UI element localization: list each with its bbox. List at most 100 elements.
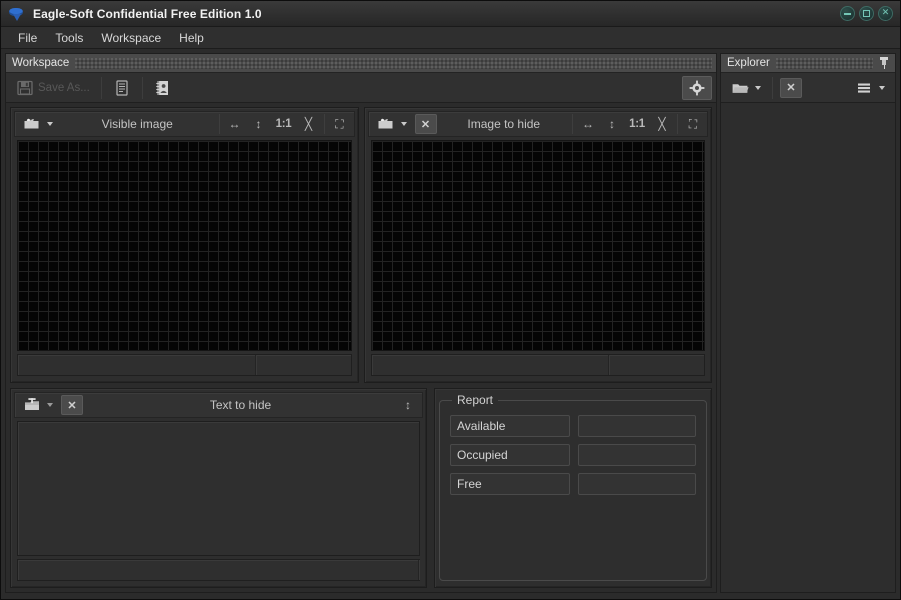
image-to-hide-canvas-wrap [368, 137, 709, 351]
report-value-available[interactable] [578, 415, 696, 437]
image-to-hide-statusbar [371, 354, 706, 376]
visible-image-status-right [256, 355, 351, 375]
explorer-toolbar: ✕ [721, 73, 895, 103]
folder-image-icon [23, 115, 41, 133]
image-to-hide-panel: ✕ Image to hide ↔ ↕ 1:1 ╳ ⛶ [364, 107, 713, 383]
address-book-icon [154, 79, 172, 97]
explorer-open-folder-button[interactable] [725, 76, 767, 100]
menu-help[interactable]: Help [170, 29, 213, 47]
menu-bar: File Tools Workspace Help [1, 27, 900, 49]
text-to-hide-clear-button[interactable]: ✕ [61, 395, 83, 415]
save-as-label: Save As... [38, 82, 90, 94]
image-to-hide-header: ✕ Image to hide ↔ ↕ 1:1 ╳ ⛶ [368, 111, 709, 137]
image-to-hide-open-button[interactable] [371, 112, 413, 136]
report-row-free: Free [450, 473, 696, 495]
chevron-down-icon [755, 86, 761, 90]
gear-icon [688, 79, 706, 97]
image-to-hide-fit-height-button[interactable]: ↕ [600, 113, 624, 135]
menu-file[interactable]: File [9, 29, 46, 47]
explorer-body[interactable] [721, 103, 895, 592]
document-icon [113, 79, 131, 97]
image-to-hide-clear-button[interactable]: ✕ [415, 114, 437, 134]
visible-image-canvas-wrap [14, 137, 355, 351]
visible-image-open-button[interactable] [17, 112, 59, 136]
explorer-toolbar-separator [772, 77, 773, 99]
image-to-hide-canvas[interactable] [371, 140, 706, 351]
explorer-caption-label: Explorer [727, 57, 770, 69]
bottom-row: ✕ Text to hide ↕ [10, 388, 712, 588]
visible-image-canvas[interactable] [17, 140, 352, 351]
report-value-occupied[interactable] [578, 444, 696, 466]
menu-tools[interactable]: Tools [46, 29, 92, 47]
contacts-button[interactable] [148, 76, 178, 100]
visible-image-fullscreen-button[interactable]: ⛶ [328, 113, 352, 135]
toolbar-separator-1 [101, 77, 102, 99]
report-document-button[interactable] [107, 76, 137, 100]
workspace-content: Visible image ↔ ↕ 1:1 ╳ ⛶ [6, 103, 716, 592]
text-to-hide-panel: ✕ Text to hide ↕ [10, 388, 427, 588]
visible-image-statusbar [17, 354, 352, 376]
text-to-hide-title: Text to hide [85, 398, 396, 412]
image-to-hide-title: Image to hide [439, 117, 570, 131]
explorer-dock: Explorer ✕ [720, 53, 896, 593]
window-controls: ✕ [840, 6, 893, 21]
report-fieldset: Report Available Occupied Free [439, 393, 707, 581]
explorer-close-button[interactable]: ✕ [780, 78, 802, 98]
workspace-dock: Workspace Save As... [5, 53, 717, 593]
chevron-down-icon [879, 86, 885, 90]
visible-image-fit-width-button[interactable]: ↔ [223, 113, 247, 135]
folder-image-icon [377, 115, 395, 133]
menu-workspace[interactable]: Workspace [92, 29, 170, 47]
explorer-caption-bar[interactable]: Explorer [721, 54, 895, 73]
visible-image-fit-height-button[interactable]: ↕ [247, 113, 271, 135]
report-row-occupied: Occupied [450, 444, 696, 466]
visible-image-sep-1 [219, 114, 220, 134]
report-value-free[interactable] [578, 473, 696, 495]
close-button[interactable]: ✕ [878, 6, 893, 21]
save-as-button[interactable]: Save As... [10, 76, 96, 100]
visible-image-header: Visible image ↔ ↕ 1:1 ╳ ⛶ [14, 111, 355, 137]
workspace-toolbar: Save As... [6, 73, 716, 103]
chevron-down-icon [47, 403, 53, 407]
visible-image-status-left [18, 355, 256, 375]
floppy-disk-icon [16, 79, 34, 97]
image-to-hide-fit-width-button[interactable]: ↔ [576, 113, 600, 135]
folder-open-icon [731, 79, 749, 97]
folder-text-icon [23, 396, 41, 414]
image-to-hide-zoom-1-1-button[interactable]: 1:1 [624, 113, 650, 135]
workspace-caption-label: Workspace [12, 57, 69, 69]
maximize-button[interactable] [859, 6, 874, 21]
image-to-hide-fit-page-button[interactable]: ╳ [650, 113, 674, 135]
explorer-menu-button[interactable] [849, 76, 891, 100]
text-to-hide-header: ✕ Text to hide ↕ [14, 392, 423, 418]
report-legend: Report [452, 393, 498, 407]
settings-button[interactable] [682, 76, 712, 100]
text-to-hide-textarea[interactable] [17, 421, 420, 556]
pin-icon[interactable] [877, 56, 891, 70]
image-to-hide-sep-2 [677, 114, 678, 134]
report-label-free: Free [450, 473, 570, 495]
explorer-caption-grip[interactable] [776, 58, 873, 69]
minimize-button[interactable] [840, 6, 855, 21]
spinning-top-icon [7, 5, 25, 23]
main-body: Workspace Save As... [1, 49, 900, 599]
visible-image-zoom-1-1-button[interactable]: 1:1 [271, 113, 297, 135]
chevron-down-icon [47, 122, 53, 126]
window-title: Eagle-Soft Confidential Free Edition 1.0 [33, 7, 262, 21]
report-panel: Report Available Occupied Free [434, 388, 712, 588]
report-label-available: Available [450, 415, 570, 437]
hamburger-menu-icon [855, 79, 873, 97]
image-to-hide-fullscreen-button[interactable]: ⛶ [681, 113, 705, 135]
workspace-caption-grip[interactable] [75, 58, 712, 69]
text-to-hide-open-button[interactable] [17, 393, 59, 417]
image-panels-row: Visible image ↔ ↕ 1:1 ╳ ⛶ [10, 107, 712, 383]
image-to-hide-sep-1 [572, 114, 573, 134]
toolbar-separator-2 [142, 77, 143, 99]
visible-image-fit-page-button[interactable]: ╳ [297, 113, 321, 135]
text-to-hide-resize-button[interactable]: ↕ [396, 394, 420, 416]
visible-image-sep-2 [324, 114, 325, 134]
chevron-down-icon [401, 122, 407, 126]
workspace-caption-bar[interactable]: Workspace [6, 54, 716, 73]
visible-image-title: Visible image [59, 117, 216, 131]
text-to-hide-status [18, 560, 419, 580]
